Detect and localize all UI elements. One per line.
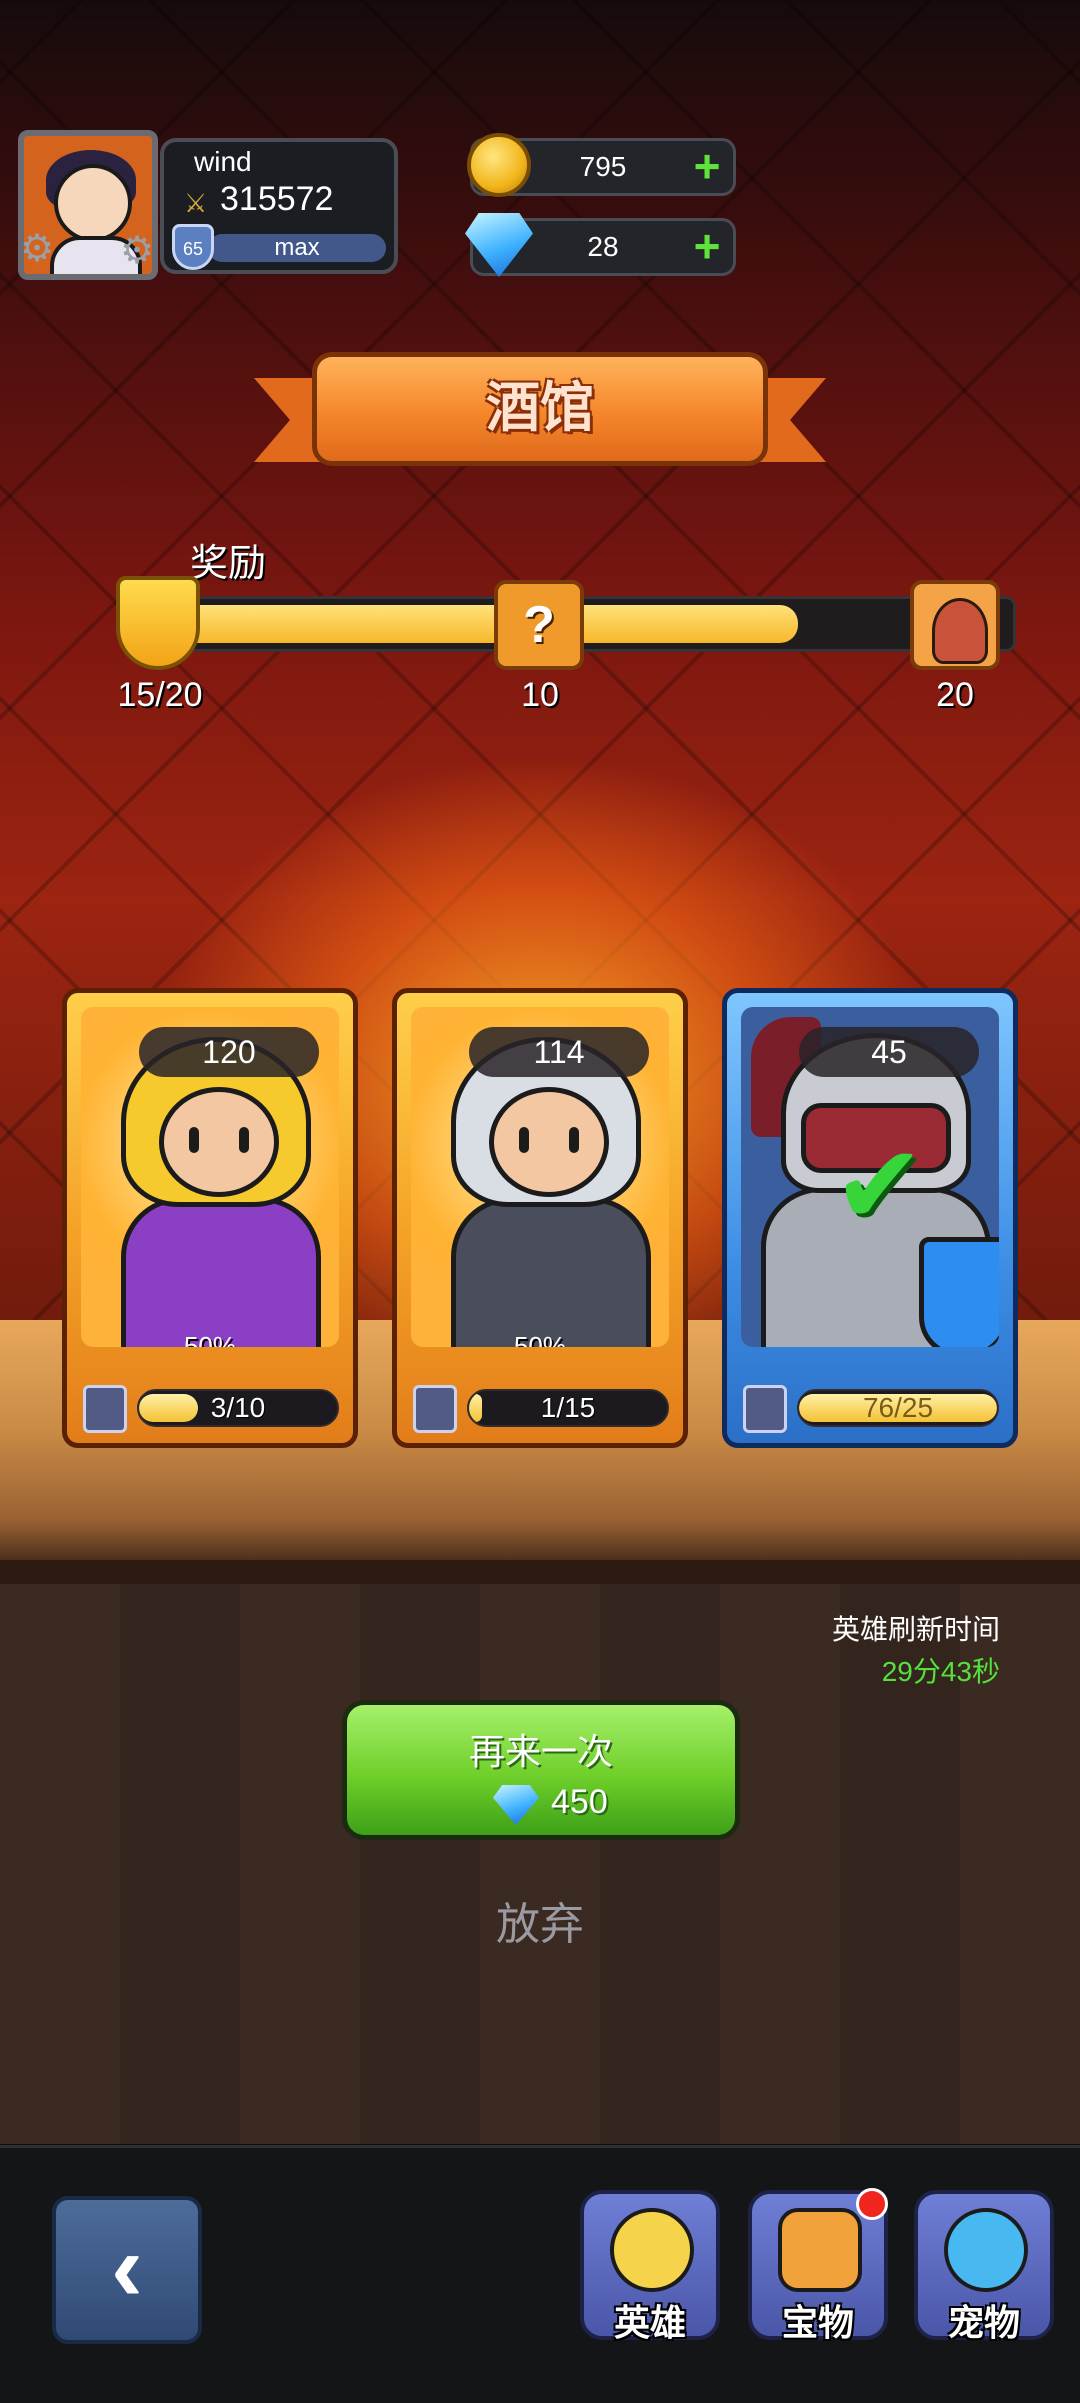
gem-counter: 28 + [465,213,736,277]
abandon-button[interactable]: 放弃 [440,1888,640,1952]
reward-label: 奖励 [190,543,267,585]
reward-progress-count: 15/20 [117,676,203,714]
card-count: 45 [799,1027,979,1077]
player-info-panel[interactable]: wind ⚔ 315572 max 65 [160,138,398,274]
gem-amount: 28 [587,231,619,262]
hero-body [451,1197,651,1347]
hero-eye [519,1127,529,1153]
milestone-value: 20 [936,676,974,714]
fragment-progress-bar: 1/15 [467,1389,669,1427]
milestone-reward-mystery[interactable]: ? [494,580,584,670]
card-count: 120 [139,1027,319,1077]
chevron-left-icon: ‹ [111,2214,143,2321]
hero-portrait: ✔ 45 [741,1007,999,1347]
gear-icon: ⚙ [120,230,155,272]
hero-portrait: 114 50% [411,1007,669,1347]
retry-button[interactable]: 再来一次 450 [342,1700,740,1840]
notification-badge [856,2188,888,2220]
reward-progress-fill [153,605,798,643]
card-percent: 50% [183,1331,237,1347]
treasure-mask-icon [778,2208,862,2292]
card-percent: 50% [513,1331,567,1347]
fragment-count: 76/25 [862,1392,934,1423]
hero-icon [610,2208,694,2292]
table-edge [0,1560,1080,1584]
card-count: 114 [469,1027,649,1077]
add-gold-button[interactable]: + [687,143,727,189]
nav-pets-button[interactable]: 宠物 [914,2190,1054,2343]
hero-body [121,1197,321,1347]
archer-hero-icon [932,598,988,664]
level-badge: 65 [172,224,214,270]
fragment-progress-bar: 76/25 [797,1389,999,1427]
gold-amount: 795 [579,151,627,182]
fragment-progress-bar: 3/10 [137,1389,339,1427]
nav-label: 宝物 [781,2302,854,2343]
nav-label: 宠物 [947,2302,1020,2343]
nav-heroes-button[interactable]: 英雄 [580,2190,720,2343]
diamond-icon [493,1785,539,1825]
retry-cost: 450 [551,1783,608,1821]
player-level: 65 [182,239,204,259]
hero-card[interactable]: 120 50% 3/10 [62,988,358,1448]
milestone-reward-hero[interactable] [910,580,1000,670]
hero-face [159,1087,279,1197]
fragment-count: 3/10 [210,1392,266,1423]
card-deck-icon [413,1385,457,1433]
fragment-count: 1/15 [540,1392,596,1423]
question-mark-icon: ? [523,596,555,654]
player-name: wind [194,146,252,177]
pet-dragon-icon [944,2208,1028,2292]
card-deck-icon [83,1385,127,1433]
hero-portrait: 120 50% [81,1007,339,1347]
hero-face [489,1087,609,1197]
nav-label: 英雄 [613,2302,686,2343]
add-gems-button[interactable]: + [687,223,727,269]
hero-card[interactable]: 114 50% 1/15 [392,988,688,1448]
level-status-bar: max [208,234,386,262]
card-deck-icon [743,1385,787,1433]
milestone-value: 10 [521,676,559,714]
shield-icon [116,576,200,670]
hero-card-selected[interactable]: ✔ 45 76/25 [722,988,1018,1448]
page-title: 酒馆 [312,352,768,466]
player-power: 315572 [220,180,334,218]
hero-shield [919,1237,999,1347]
refresh-label: 英雄刷新时间 [831,1614,1000,1645]
retry-label: 再来一次 [468,1731,613,1772]
gold-coin-icon [467,133,531,197]
checkmark-icon: ✔ [833,1124,926,1247]
hero-eye [189,1127,199,1153]
back-button[interactable]: ‹ [52,2196,202,2344]
nav-treasure-button[interactable]: 宝物 [748,2188,888,2343]
crossed-swords-icon: ⚔ [184,188,208,218]
diamond-icon [465,213,533,277]
gold-counter: 795 + [467,133,736,197]
hero-eye [239,1127,249,1153]
level-status: max [274,234,320,261]
gear-icon: ⚙ [20,228,55,270]
refresh-countdown: 29分43秒 [881,1656,1000,1687]
hero-eye [569,1127,579,1153]
